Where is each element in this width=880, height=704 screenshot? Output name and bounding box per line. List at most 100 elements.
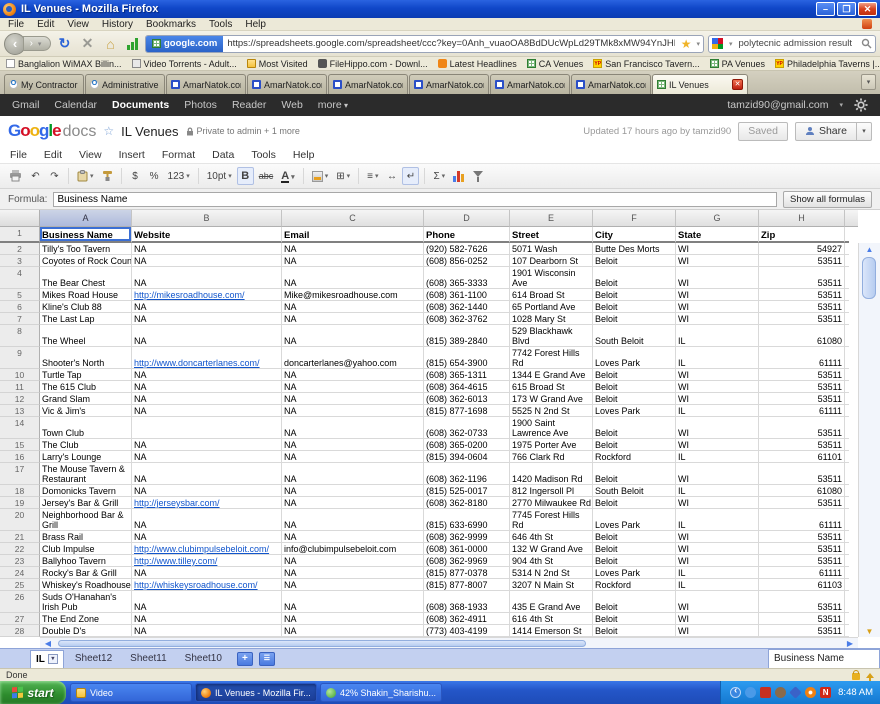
cell[interactable]: Rocky's Bar & Grill	[40, 567, 132, 579]
sheet-tab[interactable]: Sheet11	[121, 650, 176, 668]
tray-icon[interactable]	[775, 687, 786, 698]
cell[interactable]: 61101	[759, 451, 845, 463]
cell[interactable]: (608) 365-3333	[424, 267, 510, 289]
cell[interactable]: NA	[132, 405, 282, 417]
cell[interactable]: The 615 Club	[40, 381, 132, 393]
row-number[interactable]: 11	[0, 381, 40, 393]
row-number[interactable]: 5	[0, 289, 40, 301]
cell[interactable]: NA	[132, 313, 282, 325]
cell[interactable]: 53511	[759, 591, 845, 613]
cell[interactable]: IL	[676, 509, 759, 531]
menu-item[interactable]: Bookmarks	[146, 19, 196, 30]
list-all-tabs-button[interactable]: ▾	[861, 74, 876, 90]
forward-history-caret[interactable]: ▾	[35, 40, 45, 48]
tray-icon[interactable]	[805, 687, 816, 698]
cell[interactable]: NA	[282, 405, 424, 417]
home-button[interactable]: ⌂	[101, 36, 120, 52]
account-email[interactable]: tamzid90@gmail.com	[727, 99, 828, 111]
cell[interactable]: WI	[676, 555, 759, 567]
cell[interactable]: NA	[282, 313, 424, 325]
cell[interactable]: 61111	[759, 347, 845, 369]
cell[interactable]: Beloit	[593, 369, 676, 381]
spreadsheet-menu-item[interactable]: Insert	[119, 149, 145, 161]
tray-icon[interactable]	[789, 686, 801, 698]
cell[interactable]: 61080	[759, 325, 845, 347]
cell[interactable]: WI	[676, 381, 759, 393]
cell[interactable]: 61103	[759, 579, 845, 591]
url-input[interactable]	[223, 38, 678, 49]
sheet-list-button[interactable]: ☰	[259, 652, 275, 666]
cell[interactable]: Whiskey's Roadhouse	[40, 579, 132, 591]
cell[interactable]: 615 Broad St	[510, 381, 593, 393]
url-bar[interactable]: google.com ★ ▾	[145, 35, 704, 53]
google-bar-link[interactable]: Calendar	[54, 99, 97, 111]
cell[interactable]: NA	[132, 255, 282, 267]
cell[interactable]: WI	[676, 267, 759, 289]
cell[interactable]: 646 4th St	[510, 531, 593, 543]
cell[interactable]: 53511	[759, 463, 845, 485]
cell[interactable]: Beloit	[593, 625, 676, 637]
cell[interactable]: Mike@mikesroadhouse.com	[282, 289, 424, 301]
cell[interactable]: NA	[132, 531, 282, 543]
spreadsheet-menu-item[interactable]: File	[10, 149, 27, 161]
browser-tab[interactable]: AmarNatok.com - F... ✕	[571, 74, 651, 94]
cell[interactable]: Larry's Lounge	[40, 451, 132, 463]
cell[interactable]: (815) 877-0378	[424, 567, 510, 579]
cell[interactable]: NA	[282, 463, 424, 485]
add-sheet-button[interactable]: +	[237, 652, 253, 666]
cell[interactable]: NA	[282, 439, 424, 451]
menu-item[interactable]: Edit	[37, 19, 54, 30]
cell[interactable]: Town Club	[40, 417, 132, 439]
cell[interactable]: South Beloit	[593, 485, 676, 497]
cell[interactable]: Beloit	[593, 313, 676, 325]
cell[interactable]: WI	[676, 613, 759, 625]
cell[interactable]: NA	[132, 591, 282, 613]
cell[interactable]: Suds O'Hanahan's Irish Pub	[40, 591, 132, 613]
cell[interactable]: Ballyhoo Tavern	[40, 555, 132, 567]
cell[interactable]: http://mikesroadhouse.com/	[132, 289, 282, 301]
cell[interactable]: (608) 856-0252	[424, 255, 510, 267]
cell[interactable]: WI	[676, 543, 759, 555]
header-cell[interactable]: Email	[282, 227, 424, 243]
column-header-G[interactable]: G	[676, 210, 759, 227]
search-input[interactable]	[739, 38, 858, 49]
row-number[interactable]: 27	[0, 613, 40, 625]
cell[interactable]: NA	[132, 301, 282, 313]
cell[interactable]: Loves Park	[593, 347, 676, 369]
cell[interactable]: The Mouse Tavern & Restaurant	[40, 463, 132, 485]
taskbar-clock[interactable]: 8:48 AM	[838, 687, 873, 698]
minimize-button[interactable]: –	[816, 2, 835, 16]
cell[interactable]: NA	[132, 567, 282, 579]
cell[interactable]: The Club	[40, 439, 132, 451]
cell[interactable]: WI	[676, 625, 759, 637]
cell[interactable]: WI	[676, 255, 759, 267]
bookmark-item[interactable]: Banglalion WiMAX Billin...	[6, 59, 122, 69]
cell[interactable]: NA	[282, 417, 424, 439]
header-cell[interactable]: Phone	[424, 227, 510, 243]
cell[interactable]: (608) 361-1100	[424, 289, 510, 301]
cell[interactable]: NA	[132, 325, 282, 347]
cell[interactable]: IL	[676, 347, 759, 369]
align-button[interactable]: ≡▾	[364, 167, 381, 185]
cell[interactable]: NA	[282, 267, 424, 289]
browser-tab[interactable]: AmarNatok.com - F... ✕	[166, 74, 246, 94]
cell[interactable]: NA	[282, 325, 424, 347]
cell[interactable]: NA	[132, 509, 282, 531]
cell[interactable]: Loves Park	[593, 509, 676, 531]
cell[interactable]: http://www.tilley.com/	[132, 555, 282, 567]
tray-icon[interactable]	[760, 687, 771, 698]
cell[interactable]: Jersey's Bar & Grill	[40, 497, 132, 509]
scroll-left-icon[interactable]: ◀	[42, 639, 54, 648]
ssl-lock-icon[interactable]	[852, 673, 860, 680]
cell[interactable]: 766 Clark Rd	[510, 451, 593, 463]
row-number[interactable]: 21	[0, 531, 40, 543]
row-number[interactable]: 6	[0, 301, 40, 313]
cell[interactable]: NA	[282, 497, 424, 509]
cell[interactable]: WI	[676, 463, 759, 485]
cell[interactable]: 5314 N 2nd St	[510, 567, 593, 579]
cell[interactable]: 3207 N Main St	[510, 579, 593, 591]
cell[interactable]: 53511	[759, 313, 845, 325]
cell[interactable]: 173 W Grand Ave	[510, 393, 593, 405]
cell[interactable]: The Last Lap	[40, 313, 132, 325]
spreadsheet-menu-item[interactable]: Format	[162, 149, 195, 161]
